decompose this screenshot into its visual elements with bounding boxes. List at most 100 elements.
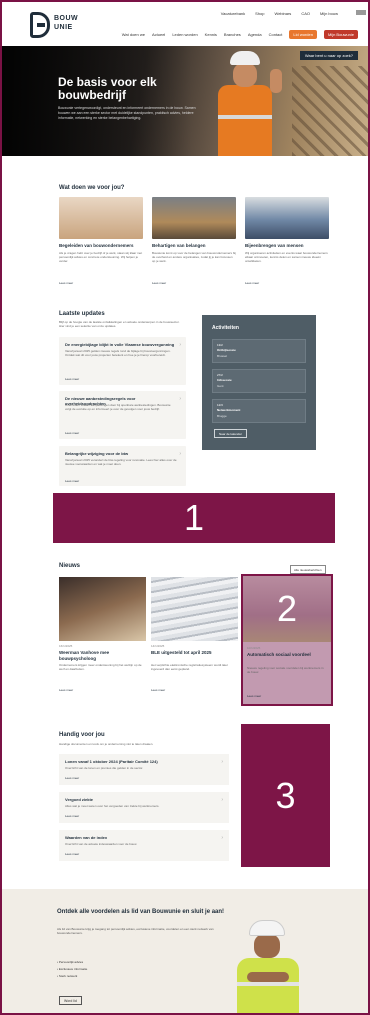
handy-item-text: Overzicht van de lonen en premies die ge… [65, 766, 144, 770]
utility-nav: Vacaturebank Shop Webinars CAO Mijn bouw [221, 11, 338, 16]
update-card[interactable]: Belangrijke wijziging voor de btw Vanaf … [59, 446, 186, 486]
handy-link[interactable]: Lees meer [65, 776, 79, 780]
util-nav-item[interactable]: CAO [301, 11, 310, 16]
membership-cta: Ontdek alle voordelen als lid van Bouwun… [2, 889, 368, 1013]
service-title[interactable]: Begeleiden van bouwondernemers [59, 243, 143, 248]
cta-title: Ontdek alle voordelen als lid van Bouwun… [57, 909, 225, 915]
main-nav-item[interactable]: Branches [224, 32, 241, 37]
chevron-right-icon: › [221, 797, 223, 803]
news-link[interactable]: Lees meer [59, 688, 73, 692]
logo-mark-icon [30, 12, 50, 38]
util-nav-item[interactable]: Shop [255, 11, 264, 16]
util-nav-item[interactable]: Mijn bouw [320, 11, 338, 16]
handy-item-text: Overzicht van de actuele indexwaarden vo… [65, 842, 138, 846]
main-nav: Wat doen we Actueel Leden worden Kennis … [122, 30, 358, 39]
handy-title: Handig voor jou [59, 732, 105, 738]
news-item-title[interactable]: Weerman Vanhove mee bouwpsycholoog [59, 650, 144, 661]
news-image [151, 577, 238, 641]
news-item-text: Ondernemers krijgen meer ondersteuning b… [59, 663, 142, 671]
cta-text: Als lid van Bouwunie krijg je toegang to… [57, 927, 214, 935]
login-button[interactable]: Mijn Bouwunie [323, 30, 358, 39]
handy-card[interactable]: Lonen vanaf 1 oktober 2024 (Paritair Com… [59, 754, 229, 785]
util-nav-item[interactable]: Vacaturebank [221, 11, 245, 16]
news-title: Nieuws [59, 563, 81, 569]
main-nav-item[interactable]: Wat doen we [122, 32, 145, 37]
service-image-advice [59, 197, 143, 239]
handy-link[interactable]: Lees meer [65, 814, 79, 818]
highlight-number-3: 3 [275, 774, 296, 816]
handy-item-text: Alles wat je moet weten over het vergoed… [65, 804, 160, 808]
service-link[interactable]: Lees meer [152, 281, 166, 285]
service-title[interactable]: Behartigen van belangen [152, 243, 236, 248]
search-bar[interactable]: Waar bent u naar op zoek? [299, 51, 358, 60]
hero-text: Bouwunie vertegenwoordigt, ondersteunt e… [58, 106, 196, 120]
chevron-right-icon: › [221, 835, 223, 841]
main-nav-item[interactable]: Agenda [248, 32, 262, 37]
all-news-button[interactable]: Alle nieuwsberichten [290, 565, 326, 574]
handy-card[interactable]: Vergoed ziekte Alles wat je moet weten o… [59, 792, 229, 823]
chevron-right-icon: › [179, 342, 181, 348]
service-text: Bouwunie komt op voor de belangen van bo… [152, 251, 236, 263]
service-title[interactable]: Bijeenbrengen van mensen [245, 243, 329, 248]
update-card[interactable]: De energiebijlage blijkt in volle Vlaams… [59, 337, 186, 385]
logo-text-unie: UNIE [54, 24, 73, 31]
update-text: Vanaf januari 2025 gelden nieuwe regels … [65, 349, 171, 357]
join-button[interactable]: Word lid [59, 996, 82, 1005]
main-nav-item[interactable]: Kennis [205, 32, 217, 37]
activity-item[interactable]: 27/2 Infosessie Gent [212, 369, 306, 393]
member-button[interactable]: Lid worden [289, 30, 317, 39]
highlight-number-2: 2 [276, 588, 298, 629]
site-header: BOUW UNIE Vacaturebank Shop Webinars CAO… [2, 2, 368, 52]
news-link[interactable]: Lees meer [247, 694, 261, 698]
chevron-right-icon: › [221, 759, 223, 765]
service-image-people [245, 197, 329, 239]
activity-name: Netwerkmoment [217, 408, 241, 412]
update-link[interactable]: Lees meer [65, 377, 79, 381]
update-link[interactable]: Lees meer [65, 431, 79, 435]
handy-intro: Handige documenten en tools om je ondern… [59, 742, 154, 746]
hero-banner: Waar bent u naar op zoek? De basis voor … [2, 46, 368, 156]
news-item-text: Nieuwe regeling voor sociale voordelen b… [247, 666, 324, 674]
hero-title: De basis voor elk bouwbedrijf [58, 75, 157, 102]
chevron-right-icon: › [179, 451, 181, 457]
activity-date: 13/2 [217, 343, 223, 347]
activity-date: 12/3 [217, 403, 223, 407]
main-nav-item[interactable]: Leden worden [172, 32, 197, 37]
calendar-button[interactable]: Naar de kalender [214, 429, 248, 438]
activity-item[interactable]: 13/2 Ontbijtsessie Brussel [212, 339, 306, 363]
update-link[interactable]: Lees meer [65, 479, 79, 483]
news-item-text: Het verplichte elektronische registratie… [151, 663, 228, 671]
language-icon[interactable] [356, 10, 366, 15]
hero-worker-image [212, 51, 282, 156]
news-item-title[interactable]: BLE uitgesteld tot april 2025 [151, 650, 236, 656]
activity-location: Gent [217, 384, 224, 388]
activity-location: Brussel [217, 354, 228, 358]
news-image [59, 577, 146, 641]
highlight-number-1: 1 [183, 497, 205, 538]
service-link[interactable]: Lees meer [59, 281, 73, 285]
handy-card[interactable]: Waarden van de index Overzicht van de ac… [59, 830, 229, 861]
handy-link[interactable]: Lees meer [65, 852, 79, 856]
service-link[interactable]: Lees meer [245, 281, 259, 285]
activity-name: Ontbijtsessie [217, 348, 236, 352]
cta-worker-image [235, 920, 301, 1013]
news-link[interactable]: Lees meer [151, 688, 165, 692]
service-text: Wij organiseren activiteiten en events w… [245, 251, 328, 263]
news-item-title[interactable]: Automatisch sociaal voordeel [247, 652, 327, 658]
activities-panel: Activiteiten 13/2 Ontbijtsessie Brussel … [202, 315, 316, 450]
main-nav-item[interactable]: Actueel [152, 32, 165, 37]
main-nav-item[interactable]: Contact [269, 32, 283, 37]
cta-bullet: • Persoonlijk advies [57, 960, 84, 964]
update-title: De energiebijlage blijkt in volle Vlaams… [65, 342, 175, 347]
update-card[interactable]: De nieuwe aanbestedingsregels voor overh… [59, 391, 186, 439]
cta-bullet: • Exclusieve informatie [57, 967, 88, 971]
highlight-box-3: 3 [241, 724, 330, 867]
activity-item[interactable]: 12/3 Netwerkmoment Brugge [212, 399, 306, 423]
activity-location: Brugge [217, 414, 227, 418]
bouwunie-logo[interactable]: BOUW UNIE [30, 12, 90, 38]
activity-name: Infosessie [217, 378, 232, 382]
handy-item-title: Lonen vanaf 1 oktober 2024 (Paritair Com… [65, 759, 158, 764]
updates-intro: Blijf op de hoogte van de laatste ontwik… [59, 320, 180, 328]
service-text: Als je vragen hebt over je bedrijf of je… [59, 251, 143, 263]
util-nav-item[interactable]: Webinars [274, 11, 291, 16]
